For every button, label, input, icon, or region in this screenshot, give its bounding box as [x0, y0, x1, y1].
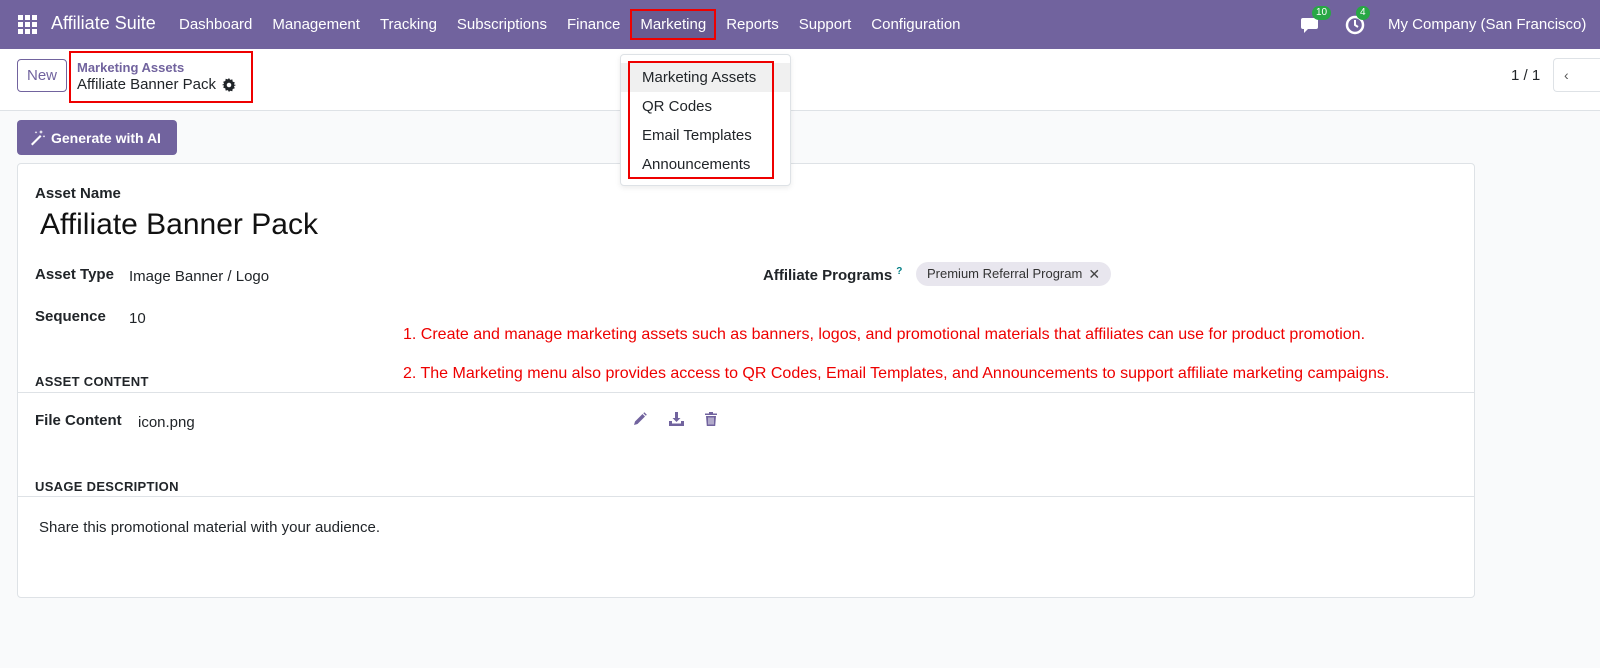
affiliate-programs-label-text: Affiliate Programs — [763, 267, 893, 284]
program-tag: Premium Referral Program ✕ — [916, 262, 1112, 286]
asset-type-select[interactable]: Image Banner / Logo — [129, 268, 269, 285]
dropdown-item-announcements[interactable]: Announcements — [621, 150, 790, 179]
magic-wand-icon — [31, 129, 45, 145]
top-navbar: Affiliate Suite Dashboard Management Tra… — [0, 0, 1600, 49]
marketing-dropdown-menu: Marketing Assets QR Codes Email Template… — [620, 54, 791, 186]
asset-type-label: Asset Type — [35, 266, 114, 283]
activities-badge: 4 — [1356, 5, 1370, 20]
gear-icon[interactable] — [221, 77, 236, 92]
annotation-note-1: 1. Create and manage marketing assets su… — [403, 326, 1366, 343]
usage-description-text[interactable]: Share this promotional material with you… — [39, 519, 380, 536]
usage-description-section-title: USAGE DESCRIPTION — [35, 479, 179, 494]
activities-clock-icon[interactable]: 4 — [1344, 5, 1370, 36]
asset-name-input[interactable]: Affiliate Banner Pack — [40, 208, 318, 242]
company-switcher[interactable]: My Company (San Francisco) — [1388, 16, 1600, 33]
sequence-input[interactable]: 10 — [129, 310, 146, 327]
messages-badge: 10 — [1312, 5, 1332, 20]
breadcrumb: Marketing Assets Affiliate Banner Pack — [69, 51, 253, 103]
pager-value[interactable]: 1 / 1 — [1511, 67, 1540, 84]
control-panel: New Marketing Assets Affiliate Banner Pa… — [0, 49, 1600, 111]
edit-pencil-icon[interactable] — [633, 412, 669, 426]
help-tooltip-icon[interactable]: ? — [896, 266, 902, 277]
sequence-label: Sequence — [35, 308, 106, 325]
annotation-note-2: 2. The Marketing menu also provides acce… — [403, 365, 1390, 382]
breadcrumb-current-label: Affiliate Banner Pack — [77, 76, 216, 93]
menu-reports[interactable]: Reports — [716, 0, 789, 49]
menu-subscriptions[interactable]: Subscriptions — [447, 0, 557, 49]
breadcrumb-current: Affiliate Banner Pack — [77, 76, 251, 93]
affiliate-programs-label: Affiliate Programs? — [763, 266, 902, 284]
main-menu: Dashboard Management Tracking Subscripti… — [169, 0, 971, 49]
file-actions — [633, 412, 741, 426]
dropdown-item-email-templates[interactable]: Email Templates — [621, 121, 790, 150]
remove-tag-icon[interactable]: ✕ — [1088, 262, 1100, 286]
menu-tracking[interactable]: Tracking — [370, 0, 447, 49]
menu-support[interactable]: Support — [789, 0, 862, 49]
form-sheet: Asset Name Affiliate Banner Pack Asset T… — [17, 163, 1475, 598]
trash-icon[interactable] — [705, 412, 741, 426]
apps-grid-icon[interactable] — [18, 15, 37, 34]
asset-name-label: Asset Name — [35, 185, 121, 202]
section-divider — [18, 496, 1474, 497]
dropdown-item-marketing-assets[interactable]: Marketing Assets — [621, 63, 790, 92]
download-icon[interactable] — [669, 412, 705, 426]
menu-marketing[interactable]: Marketing — [630, 9, 717, 40]
systray: 10 4 My Company (San Francisco) — [1300, 0, 1600, 49]
menu-finance[interactable]: Finance — [557, 0, 630, 49]
menu-configuration[interactable]: Configuration — [861, 0, 970, 49]
new-button[interactable]: New — [17, 59, 67, 92]
app-brand[interactable]: Affiliate Suite — [51, 13, 156, 34]
file-name[interactable]: icon.png — [138, 414, 195, 431]
menu-dashboard[interactable]: Dashboard — [169, 0, 262, 49]
generate-with-ai-button[interactable]: Generate with AI — [17, 120, 177, 155]
asset-content-section-title: ASSET CONTENT — [35, 374, 149, 389]
file-content-label: File Content — [35, 412, 122, 429]
menu-management[interactable]: Management — [262, 0, 370, 49]
pager-previous-button[interactable]: ‹ — [1553, 58, 1600, 92]
program-tag-label: Premium Referral Program — [927, 266, 1083, 281]
messages-icon[interactable]: 10 — [1300, 5, 1332, 36]
generate-with-ai-label: Generate with AI — [51, 129, 161, 146]
breadcrumb-parent[interactable]: Marketing Assets — [77, 60, 251, 75]
section-divider — [18, 392, 1474, 393]
dropdown-item-qr-codes[interactable]: QR Codes — [621, 92, 790, 121]
